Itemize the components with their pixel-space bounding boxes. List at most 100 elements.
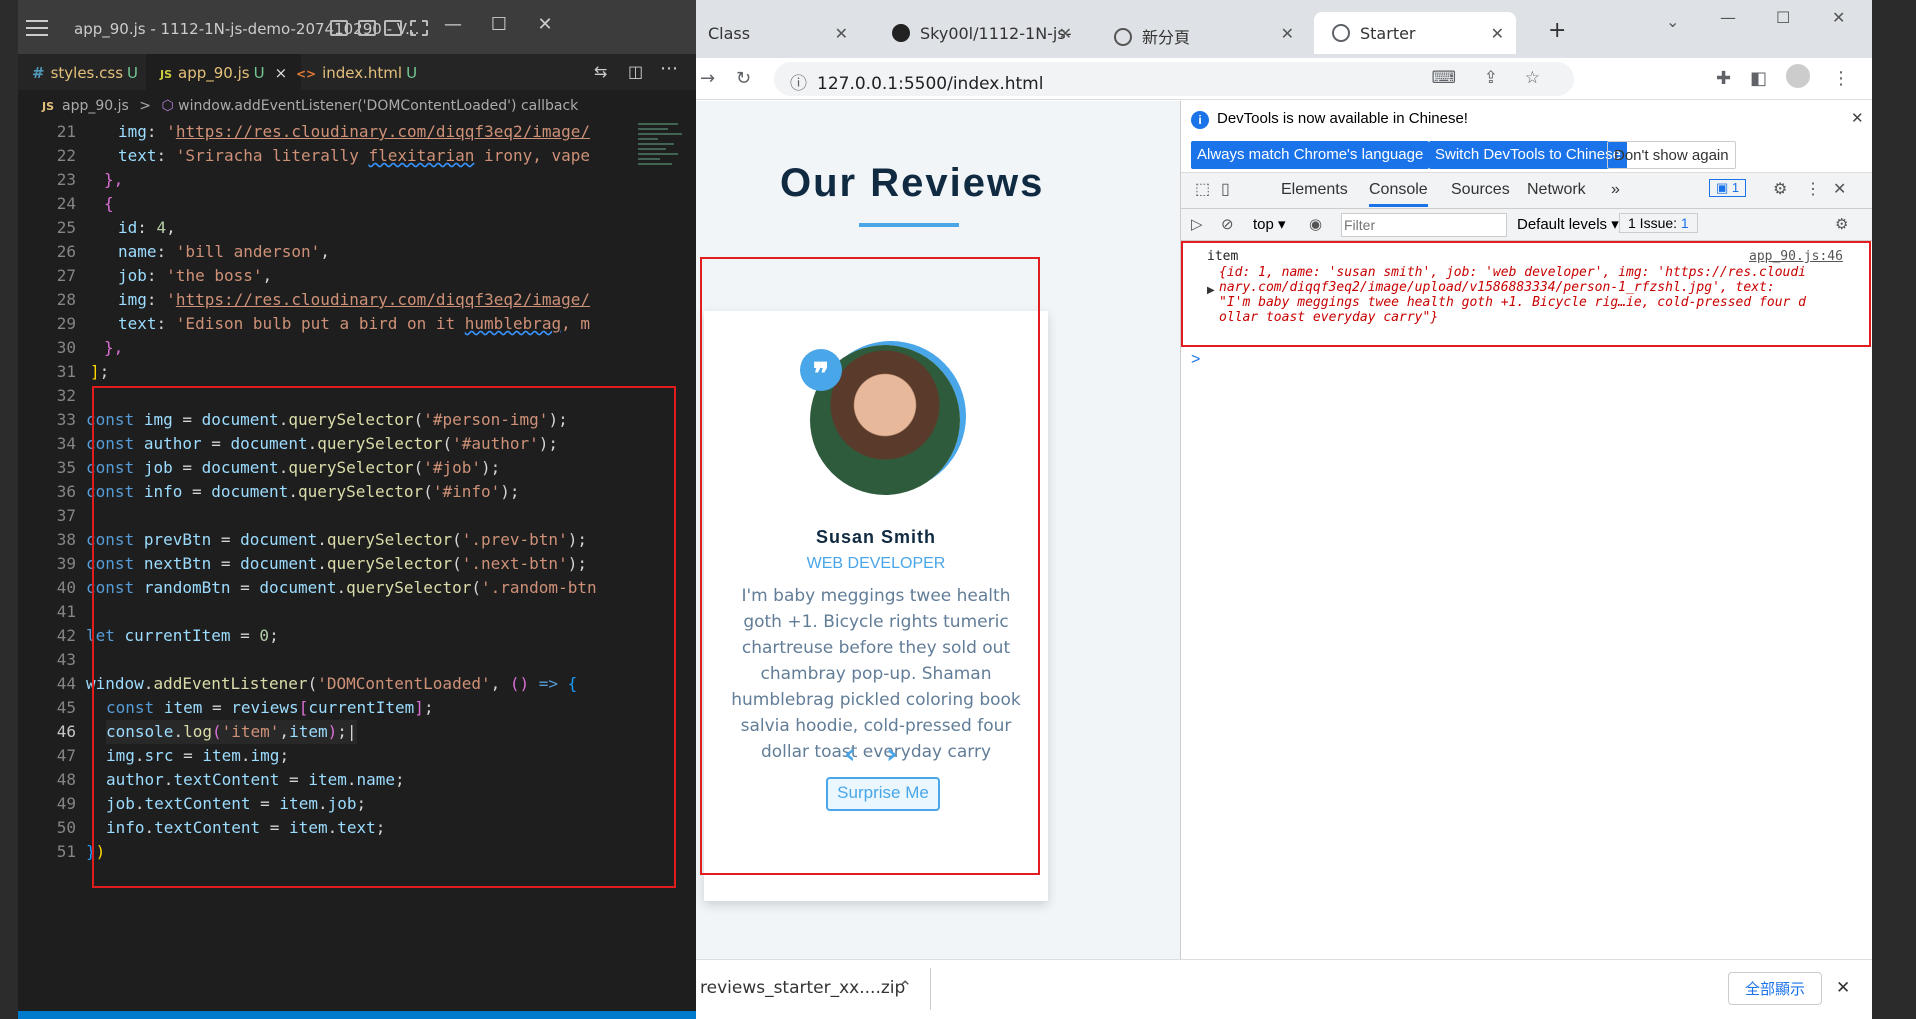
log-object[interactable]: {id: 1, name: 'susan smith', job: 'web d… [1219,265,1806,325]
browser-tab-new[interactable]: 新分頁 ✕ [1096,12,1306,54]
maximize-icon[interactable]: ☐ [484,14,514,35]
profile-avatar[interactable] [1786,64,1810,88]
tab-status: U [127,64,138,82]
show-all-button[interactable]: 全部顯示 [1728,972,1823,1005]
close-tab-icon[interactable]: ✕ [835,24,848,43]
new-tab-button[interactable]: + [1548,18,1566,43]
reload-icon[interactable]: ↻ [736,68,751,89]
tab-network[interactable]: Network [1527,181,1586,199]
activity-bar [0,0,18,1019]
console-toolbar: ▷ ⊘ top ▾ ◉ Default levels ▾ 1 Issue: 1 … [1181,209,1873,241]
switch-to-chinese-button[interactable]: Switch DevTools to Chinese [1429,141,1627,169]
breadcrumb-symbol[interactable]: window.addEventListener('DOMContentLoade… [178,98,578,114]
more-tabs-icon[interactable]: » [1611,181,1620,199]
code-line: ]; [90,362,110,381]
code-line: }, [104,338,124,357]
line-number: 51 [56,842,76,861]
tab-styles-css[interactable]: # styles.css U [18,54,152,90]
close-downloads-icon[interactable]: ✕ [1836,978,1850,998]
inspect-element-icon[interactable]: ⬚ [1195,179,1210,199]
live-expression-eye-icon[interactable]: ◉ [1309,215,1322,233]
more-options-icon[interactable]: ⋮ [1805,179,1821,199]
line-number: 46 [56,722,76,741]
title-underline [859,223,959,227]
tab-label: index.html [322,64,403,82]
filter-input[interactable] [1341,213,1507,237]
browser-toolbar: → ↻ ⓘ 127.0.0.1:5500/index.html ⌨ ⇪ ☆ ✚ ◧… [696,58,1872,100]
code-line: img: 'https://res.cloudinary.com/diqqf3e… [118,290,591,309]
translate-icon[interactable]: ⌨ [1431,68,1456,88]
minimap[interactable] [638,120,696,240]
tab-app-js[interactable]: JS app_90.js U × [146,54,302,90]
levels-label: Default levels [1517,216,1608,233]
download-file-name[interactable]: reviews_starter_xx....zip [700,978,905,998]
line-number: 34 [56,434,76,453]
maximize-icon[interactable]: ☐ [1776,8,1790,27]
issues-count: 1 [1680,215,1689,231]
toggle-sidebar-icon[interactable] [330,20,348,36]
customize-layout-icon[interactable] [410,20,428,36]
close-devtools-icon[interactable]: ✕ [1833,179,1846,199]
log-source-link[interactable]: app_90.js:46 [1749,249,1843,264]
close-window-icon[interactable]: ✕ [1832,8,1845,27]
split-editor-icon[interactable]: ◫ [628,62,643,81]
always-match-language-button[interactable]: Always match Chrome's language [1191,141,1430,169]
js-file-icon: JS [160,68,173,81]
tab-elements[interactable]: Elements [1281,181,1348,199]
sidebar-toggle-icon[interactable]: ▷ [1191,215,1203,233]
compare-changes-icon[interactable]: ⇆ [594,62,607,81]
share-icon[interactable]: ⇪ [1484,68,1498,88]
minimize-icon[interactable]: — [438,14,468,35]
forward-icon[interactable]: → [700,68,715,89]
browser-menu-icon[interactable]: ⋮ [1832,68,1850,89]
toggle-secondary-sidebar-icon[interactable] [384,20,402,36]
line-number: 37 [56,506,76,525]
close-tab-icon[interactable]: ✕ [1491,24,1504,43]
tab-label: app_90.js [178,64,250,82]
highlight-box [700,257,1040,875]
line-number: 40 [56,578,76,597]
issues-button[interactable]: 1 Issue: 1 [1619,213,1698,233]
device-toolbar-icon[interactable]: ▯ [1221,179,1230,199]
line-number: 41 [56,602,76,621]
browser-tab-github[interactable]: Sky00l/1112-1N-js- ✕ [874,12,1084,54]
minimize-icon[interactable]: — [1720,8,1736,27]
breadcrumb-file[interactable]: app_90.js [62,98,129,114]
console-prompt[interactable]: > [1191,351,1200,369]
info-icon[interactable]: ⓘ [790,74,807,94]
github-icon [892,24,910,42]
tab-search-icon[interactable]: ⌄ [1666,12,1679,31]
browser-tab-class[interactable]: Class ✕ [690,12,860,54]
log-levels-dropdown[interactable]: Default levels ▾ [1517,215,1619,233]
tab-label: styles.css [50,64,124,82]
toggle-panel-icon[interactable] [358,20,376,36]
tab-index-html[interactable]: <> index.html U [282,54,431,90]
browser-tab-starter[interactable]: Starter ✕ [1314,12,1516,54]
settings-gear-icon[interactable]: ⚙ [1773,179,1787,199]
close-infobar-icon[interactable]: ✕ [1851,109,1864,127]
close-window-icon[interactable]: ✕ [530,14,560,35]
expand-arrow-icon[interactable]: ▶ [1207,285,1215,296]
tab-sources[interactable]: Sources [1451,181,1510,199]
log-line: nary.com/diqqf3eq2/image/upload/v1586883… [1219,280,1775,295]
symbol-method-icon: ⬡ [161,98,174,114]
tab-console[interactable]: Console [1369,181,1428,207]
close-tab-icon[interactable]: ✕ [1059,24,1072,43]
close-tab-icon[interactable]: ✕ [1281,24,1294,43]
console-settings-icon[interactable]: ⚙ [1835,215,1848,233]
side-panel-icon[interactable]: ◧ [1750,68,1767,89]
download-chevron-icon[interactable]: ⌃ [898,978,912,998]
devtools-panel: i DevTools is now available in Chinese! … [1180,101,1873,959]
dont-show-again-button[interactable]: Don't show again [1607,141,1736,169]
bookmark-star-icon[interactable]: ☆ [1525,68,1540,88]
url-text: 127.0.0.1:5500/index.html [817,74,1044,94]
context-selector[interactable]: top ▾ [1253,215,1286,233]
line-number: 50 [56,818,76,837]
hamburger-menu-icon[interactable] [22,12,56,46]
more-actions-icon[interactable]: ⋯ [660,58,678,79]
clear-console-icon[interactable]: ⊘ [1221,215,1234,233]
messages-badge[interactable]: ▣ 1 [1709,179,1747,197]
tab-title: Sky00l/1112-1N-js- [920,24,1072,43]
address-bar[interactable]: ⓘ 127.0.0.1:5500/index.html ⌨ ⇪ ☆ [774,62,1574,96]
extensions-icon[interactable]: ✚ [1716,68,1731,89]
